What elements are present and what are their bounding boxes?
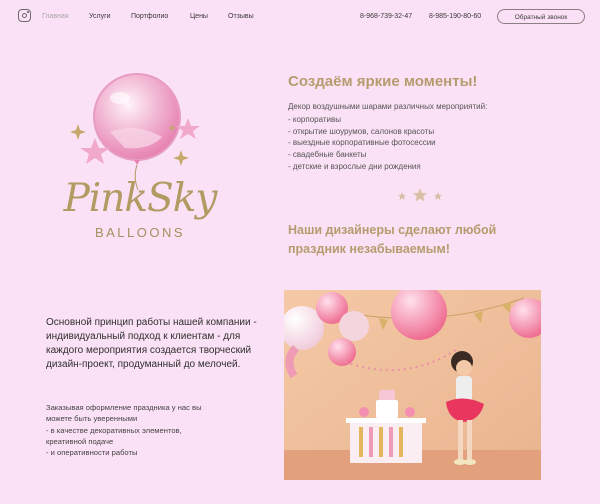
brand-name: PinkSky	[63, 176, 218, 221]
order-line: - в качестве декоративных элементов,	[46, 425, 182, 435]
order-paragraph: Заказывая оформление праздника у нас вы …	[46, 402, 276, 458]
brand-subtitle: BALLOONS	[94, 225, 186, 240]
nav-item-reviews[interactable]: Отзывы	[228, 13, 254, 20]
event-list: - корпоративы - открытие шоурумов, салон…	[288, 114, 436, 173]
order-line: можете быть уверенными	[46, 414, 138, 424]
phone-number-1[interactable]: 8-968-739-32-47	[360, 13, 412, 20]
list-item: - свадебные банкеты	[288, 150, 367, 160]
balloon-logo-graphic	[70, 73, 200, 191]
star-icon	[413, 188, 427, 202]
tagline: Наши дизайнеры сделают любой праздник не…	[288, 221, 548, 259]
star-icon	[434, 192, 442, 200]
order-line: креативной подаче	[46, 436, 114, 446]
nav-item-portfolio[interactable]: Портфолио	[131, 13, 168, 20]
instagram-icon[interactable]	[18, 9, 31, 22]
order-line: Заказывая оформление праздника у нас вы	[46, 403, 202, 412]
nav-item-services[interactable]: Услуги	[89, 13, 111, 20]
phone-number-2[interactable]: 8-985-190-80-60	[429, 13, 481, 20]
stars-divider	[398, 188, 442, 202]
list-item: - открытие шоурумов, салонов красоты	[288, 126, 435, 136]
tagline-line-2: праздник незабываемым!	[288, 242, 450, 256]
star-icon	[398, 192, 406, 200]
logo	[40, 62, 240, 252]
list-item: - корпоративы	[288, 115, 342, 124]
hero-intro: Декор воздушными шарами различных меропр…	[288, 102, 488, 111]
sparkle-icon	[70, 124, 86, 140]
sparkle-icon	[173, 150, 189, 166]
list-item: - выездные корпоративные фотосессии	[288, 138, 436, 148]
order-line: - и оперативности работы	[46, 448, 138, 458]
principle-paragraph: Основной принцип работы нашей компании -…	[46, 317, 257, 370]
tagline-line-1: Наши дизайнеры сделают любой	[288, 223, 497, 237]
header: Главная Услуги Портфолио Цены Отзывы 8-9…	[0, 0, 600, 34]
list-item: - детские и взрослые дни рождения	[288, 161, 421, 171]
hero-title: Создаём яркие моменты!	[288, 73, 478, 90]
nav-item-prices[interactable]: Цены	[190, 13, 208, 20]
callback-button[interactable]: Обратный звонок	[497, 9, 585, 24]
party-photo	[284, 290, 541, 480]
nav-item-home[interactable]: Главная	[42, 13, 69, 20]
